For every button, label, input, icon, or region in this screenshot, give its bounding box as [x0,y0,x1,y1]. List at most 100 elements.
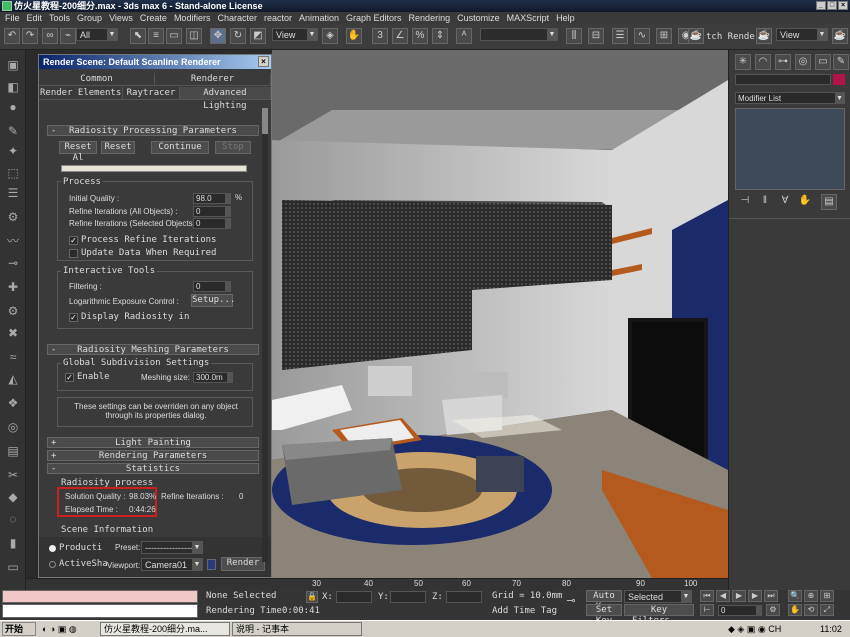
add-time-tag[interactable]: Add Time Tag [492,606,557,616]
rollout-radiosity-processing[interactable]: - Radiosity Processing Parameters [47,125,259,136]
point-icon[interactable]: ✚ [4,280,22,296]
wrench-icon[interactable]: ✖ [4,326,22,342]
menu-reactor[interactable]: reactor [264,12,292,24]
pivot-center-icon[interactable]: ◈ [322,28,338,44]
plane-icon[interactable]: ⬚ [4,166,22,182]
about-icon[interactable]: ▮ [4,536,22,552]
menu-customize[interactable]: Customize [457,12,500,24]
sphere-icon[interactable]: ● [4,100,22,116]
production-radio[interactable] [49,545,56,552]
initial-quality-spinner[interactable]: 98.0 [193,193,231,204]
create-tab-icon[interactable]: ✳ [735,54,751,70]
maximize-viewport-icon[interactable]: ⤢ [820,604,834,616]
layer-manager-icon[interactable]: ☰ [612,28,628,44]
continue-button[interactable]: Continue [151,141,209,154]
y-coordinate-field[interactable] [390,591,426,603]
task-notepad[interactable]: 说明 - 记事本 [232,622,362,636]
key-filters-button[interactable]: Key Filters... [624,604,694,626]
go-to-end-icon[interactable]: ⏭ [764,590,778,602]
menu-graph-editors[interactable]: Graph Editors [346,12,402,24]
rigid-body-icon[interactable]: ▣ [4,58,22,74]
select-move-icon[interactable]: ✥ [210,28,226,44]
maximize-button[interactable]: □ [827,1,837,10]
meshing-size-spinner[interactable]: 300.0m [193,372,233,383]
menu-file[interactable]: File [5,12,20,24]
dialog-close-button[interactable]: × [258,56,269,67]
curve-editor-icon[interactable]: ∿ [634,28,650,44]
camera-viewport[interactable] [272,50,728,578]
object-name-field[interactable] [735,74,831,85]
unlink-icon[interactable]: ⌁ [60,28,76,44]
z-coordinate-field[interactable] [446,591,482,603]
utilities-tab-icon[interactable]: ✎ [833,54,849,70]
viewport-dropdown[interactable]: Camera01 ▼ [141,558,203,571]
selection-region-icon[interactable]: ▭ [166,28,182,44]
menu-modifiers[interactable]: Modifiers [174,12,211,24]
current-frame-field[interactable]: 0 [718,605,762,616]
hinge-icon[interactable]: ⊸ [4,256,22,272]
render-type-dropdown[interactable]: View ▼ [776,28,828,41]
pin-stack-icon[interactable]: ⊣ [737,194,753,210]
pan-icon[interactable]: ✋ [788,604,802,616]
reset-button[interactable]: Reset [101,141,135,154]
link-icon[interactable]: ∞ [42,28,58,44]
update-data-checkbox[interactable] [69,249,78,258]
show-end-result-icon[interactable]: ‖ [757,194,773,210]
selection-filter-dropdown[interactable]: All ▼ [76,28,118,41]
zoom-icon[interactable]: 🔍 [788,590,802,602]
hierarchy-tab-icon[interactable]: ⊶ [775,54,791,70]
window-crossing-icon[interactable]: ◫ [186,28,202,44]
previous-frame-icon[interactable]: ◀ [716,590,730,602]
modify-tab-icon[interactable]: ◠ [755,54,771,70]
cloth-icon[interactable]: ◧ [4,80,22,96]
motion-tab-icon[interactable]: ◎ [795,54,811,70]
menu-tools[interactable]: Tools [49,12,70,24]
menu-edit[interactable]: Edit [27,12,43,24]
maxscript-listener-bottom[interactable] [2,604,198,618]
lock-icon[interactable] [207,559,216,570]
configure-modifier-icon[interactable]: ▤ [821,194,837,210]
select-rotate-icon[interactable]: ↻ [230,28,246,44]
filtering-spinner[interactable]: 0 [193,281,231,292]
display-tab-icon[interactable]: ▭ [815,54,831,70]
render-button[interactable]: Render [221,557,265,571]
spring-constraint-icon[interactable]: ⚙ [4,304,22,320]
remove-modifier-icon[interactable]: ✋ [797,194,813,210]
quicklaunch-icons[interactable]: ◐ ◑ ▣ ◍ [42,624,77,635]
align-icon[interactable]: ⊟ [588,28,604,44]
render-scene-icon[interactable]: ☕ [688,28,704,44]
key-mode-dropdown[interactable]: Selected ▼ [624,590,692,603]
named-selection-icon[interactable]: ᴬ [456,28,472,44]
rollout-radiosity-meshing[interactable]: - Radiosity Meshing Parameters [47,344,259,355]
angle-snap-icon[interactable]: ∠ [392,28,408,44]
next-frame-icon[interactable]: ▶ [748,590,762,602]
start-button[interactable]: 开始 [2,622,36,636]
setup-button[interactable]: Setup... [191,294,235,307]
rollout-rendering-parameters[interactable]: + Rendering Parameters [47,450,259,461]
tab-raytracer[interactable]: Raytracer [123,87,180,100]
menu-create[interactable]: Create [140,12,167,24]
enable-checkbox[interactable]: ✓ [65,373,74,382]
maxscript-listener-top[interactable] [2,590,198,603]
fracture-icon[interactable]: ❖ [4,396,22,412]
water-icon[interactable]: ≈ [4,350,22,366]
go-to-start-icon[interactable]: ⏮ [700,590,714,602]
select-scale-icon[interactable]: ◩ [250,28,266,44]
spring-icon[interactable]: ✦ [4,144,22,160]
modifier-stack[interactable] [735,108,845,190]
process-refine-checkbox[interactable]: ✓ [69,236,78,245]
quick-render-label[interactable]: tch Render [706,32,760,42]
select-by-name-icon[interactable]: ≡ [148,28,164,44]
object-color-swatch[interactable] [833,74,845,85]
utility-icon[interactable]: ▭ [4,560,22,576]
zoom-all-icon[interactable]: ⊕ [804,590,818,602]
stack-icon[interactable]: ☰ [4,186,22,202]
activeshade-radio[interactable] [49,561,56,568]
redo-icon[interactable]: ↷ [22,28,38,44]
refine-all-spinner[interactable]: 0 [193,206,231,217]
undo-icon[interactable]: ↶ [4,28,20,44]
make-unique-icon[interactable]: ∀ [777,194,793,210]
tab-renderer[interactable]: Renderer [155,73,271,86]
play-icon[interactable]: ▶ [732,590,746,602]
export-icon[interactable]: ◆ [4,490,22,506]
